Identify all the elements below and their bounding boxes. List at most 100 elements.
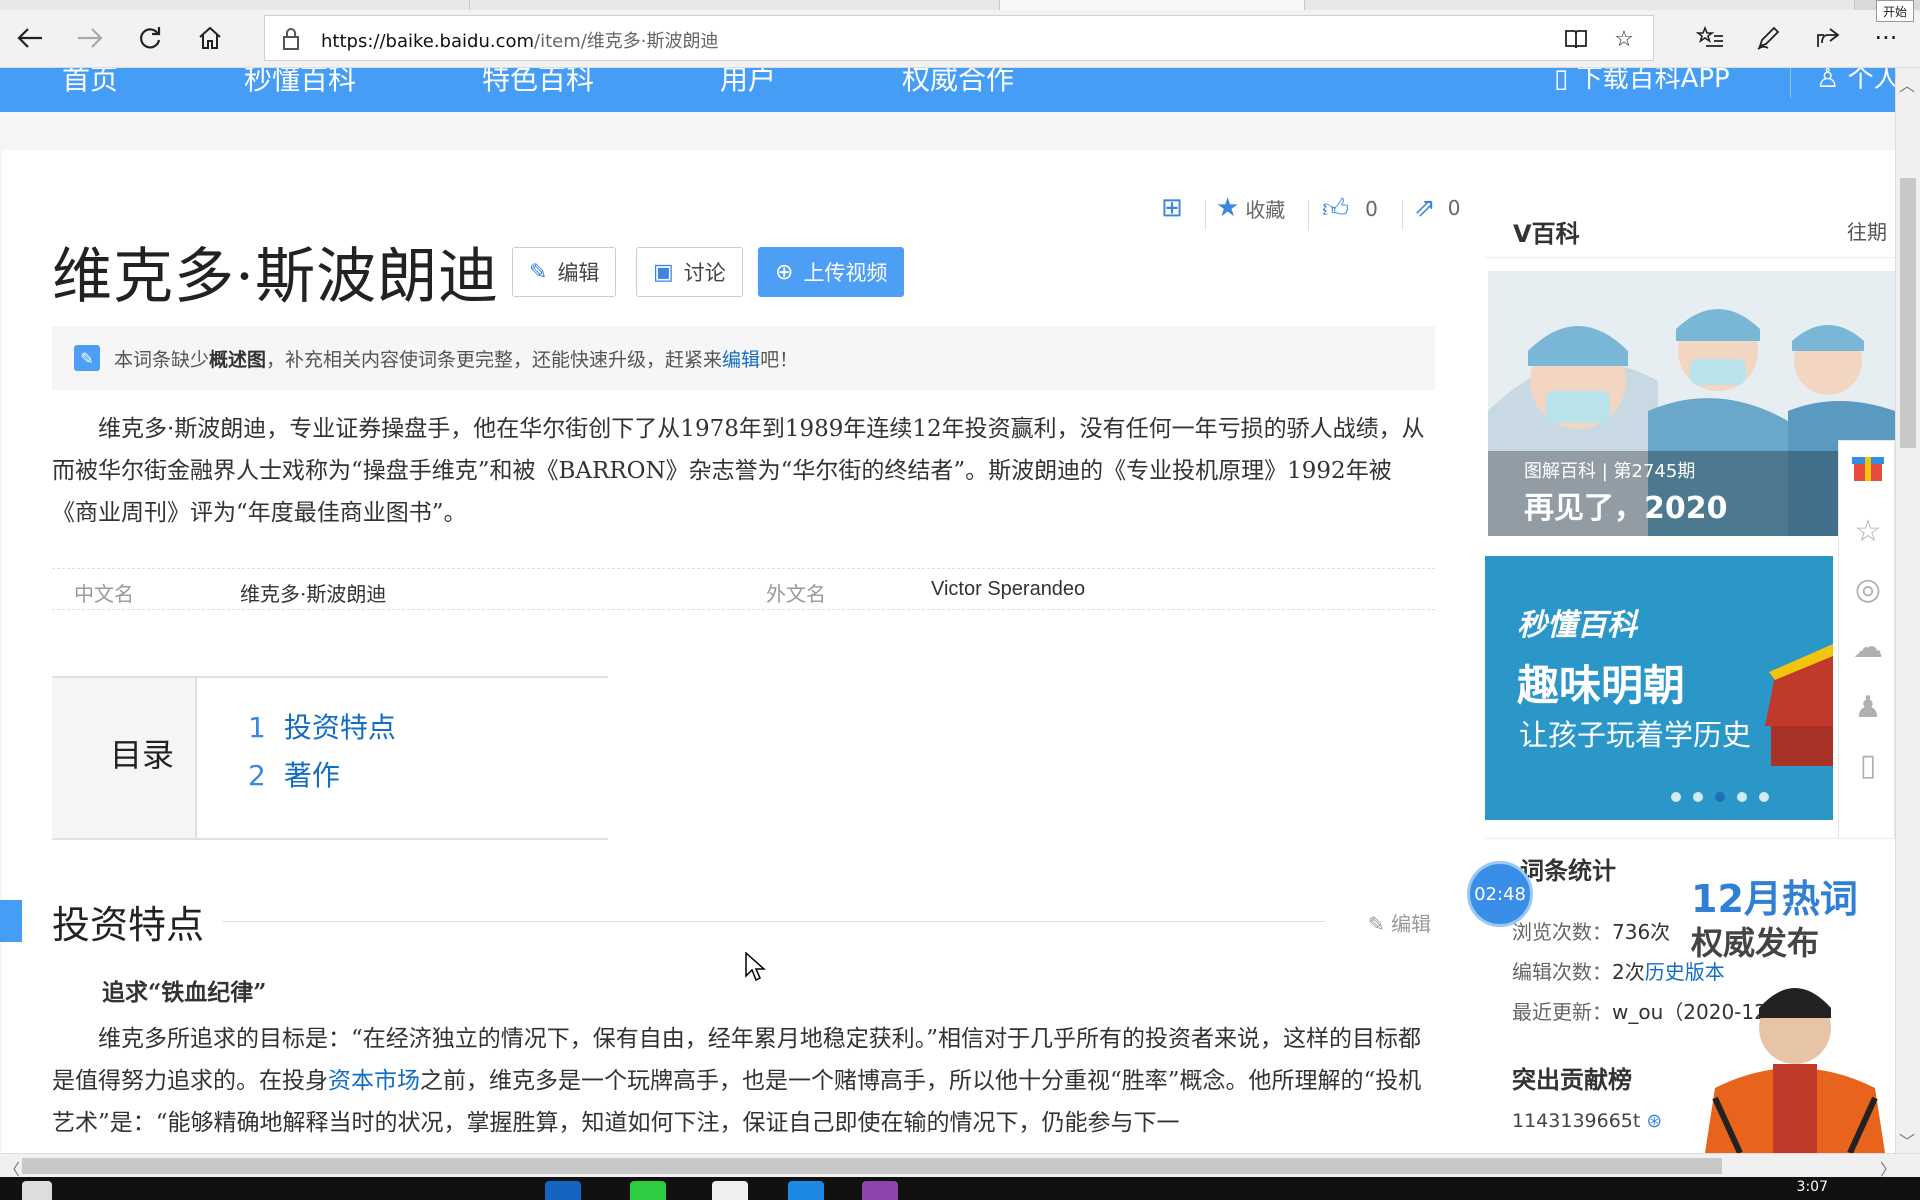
nav-item-home[interactable]: 首页	[62, 68, 118, 98]
horizontal-scrollbar[interactable]: 〈 〉	[0, 1153, 1920, 1179]
star-icon: ★	[1216, 193, 1240, 223]
carousel-dot[interactable]	[1759, 792, 1769, 802]
vertical-scrollbar[interactable]: ︿ ﹀	[1895, 68, 1920, 1153]
basic-info-table: 中文名 维克多·斯波朗迪 外文名 Victor Sperandeo	[52, 568, 1435, 610]
v-baike-header: V百科 往期	[1485, 198, 1895, 258]
pencil-icon: ✎	[1368, 912, 1385, 936]
back-icon[interactable]	[10, 18, 50, 58]
tool-separator	[1205, 200, 1206, 230]
hot-words-line2: 权威发布	[1691, 924, 1820, 962]
toc-entry[interactable]: 2 著作	[248, 754, 340, 794]
lock-icon[interactable]	[279, 26, 303, 52]
browser-tab-active[interactable]	[1000, 0, 1305, 10]
share-button[interactable]: ⇗ 0	[1414, 193, 1461, 223]
app-taskbar-icon[interactable]	[862, 1181, 898, 1200]
phone-icon: ▯	[1554, 68, 1569, 94]
v-baike-feature-image[interactable]: 图解百科 | 第2745期 再见了，2020	[1488, 271, 1895, 536]
pen-icon[interactable]	[1748, 18, 1788, 58]
url-path: /item/维克多·斯波朗迪	[534, 31, 719, 52]
page-viewport: 首页 秒懂百科 特色百科 用户 权威合作 ▯ 下载百科APP ♙ 个人 ⊞ ★ 收…	[0, 68, 1895, 1153]
v-baike-caption-big: 再见了，2020	[1524, 491, 1728, 526]
browser-tab[interactable]	[470, 0, 1000, 10]
app-taskbar-icon[interactable]	[788, 1181, 824, 1200]
favorite-star-icon[interactable]: ☆	[1609, 24, 1639, 54]
tool-separator	[1402, 200, 1403, 230]
toc-entry-text: 投资特点	[283, 711, 396, 744]
reading-timer[interactable]: 02:48	[1467, 861, 1533, 927]
badge-icon: ⊛	[1646, 1110, 1663, 1132]
ad-banner[interactable]: 秒懂百科 趣味明朝 让孩子玩着学历史	[1485, 556, 1833, 820]
nav-item-user[interactable]: 用户	[720, 68, 776, 98]
weibo-icon[interactable]: ◎	[1849, 569, 1887, 609]
upload-video-button[interactable]: ⊕ 上传视频	[758, 247, 905, 297]
download-app-link[interactable]: ▯ 下载百科APP	[1554, 68, 1730, 95]
thumbs-up-icon: 👍︎	[1322, 194, 1350, 224]
carousel-dot[interactable]	[1715, 792, 1725, 802]
ad-headline: 趣味明朝	[1517, 661, 1686, 710]
edit-button[interactable]: ✎ 编辑	[512, 247, 617, 297]
browser-tab[interactable]	[0, 0, 470, 10]
ad-subline: 让孩子玩着学历史	[1519, 718, 1752, 752]
notice-edit-link[interactable]: 编辑	[722, 349, 760, 371]
carousel-dot[interactable]	[1671, 792, 1681, 802]
favorites-list-icon[interactable]	[1690, 18, 1730, 58]
share-count: 0	[1447, 196, 1461, 220]
wechat-taskbar-icon[interactable]	[630, 1181, 666, 1200]
scrollbar-thumb[interactable]	[22, 1158, 1722, 1174]
nav-item-authority[interactable]: 权威合作	[902, 68, 1014, 98]
favorite-label: 收藏	[1245, 197, 1286, 222]
edit-button-label: 编辑	[557, 261, 600, 285]
plus-circle-icon: ⊕	[775, 259, 794, 285]
info-value-chinese-name: 维克多·斯波朗迪	[240, 582, 387, 606]
download-app-label: 下载百科APP	[1576, 68, 1730, 94]
v-baike-past-link[interactable]: 往期	[1847, 216, 1887, 245]
personal-center-link[interactable]: ♙ 个人	[1816, 68, 1895, 95]
table-of-contents: 目录 1 投资特点 2 著作	[52, 676, 608, 840]
reading-view-icon[interactable]	[1561, 24, 1591, 54]
more-icon[interactable]: ···	[1866, 18, 1906, 58]
forward-icon[interactable]	[70, 18, 110, 58]
taskbar-clock[interactable]: 3:07	[1797, 1179, 1828, 1195]
share-icon[interactable]	[1808, 18, 1848, 58]
scroll-up-icon[interactable]: ︿	[1899, 72, 1915, 96]
contributor-user[interactable]: 1143139665t ⊛	[1512, 1110, 1662, 1132]
body-paragraph: 维克多所追求的目标是：“在经济独立的情况下，保有自由，经年累月地稳定获利。”相信…	[52, 1026, 1422, 1136]
v-baike-title: V百科	[1513, 220, 1580, 248]
scroll-down-icon[interactable]: ﹀	[1899, 1128, 1915, 1152]
url-text[interactable]: https://baike.baidu.com/item/维克多·斯波朗迪	[321, 27, 719, 53]
nav-item-miaodong[interactable]: 秒懂百科	[244, 68, 356, 98]
qq-icon[interactable]: ♟	[1849, 687, 1887, 727]
add-to-list-button[interactable]: ⊞	[1161, 193, 1183, 223]
missing-image-notice: ✎ 本词条缺少概述图，补充相关内容使词条更完整，还能快速升级，赶紧来编辑吧！	[52, 326, 1435, 390]
carousel-dot[interactable]	[1693, 792, 1703, 802]
section-marker	[0, 900, 22, 942]
like-button[interactable]: 👍︎ 0	[1322, 193, 1378, 224]
capital-market-link[interactable]: 资本市场	[328, 1068, 420, 1094]
section-title: 投资特点	[52, 903, 205, 947]
start-tooltip: 开始	[1875, 0, 1914, 22]
scrollbar-thumb[interactable]	[1900, 178, 1916, 448]
favorite-star-icon[interactable]: ☆	[1849, 511, 1887, 551]
section-edit-button[interactable]: ✎ 编辑	[1368, 908, 1431, 937]
carousel-dot[interactable]	[1737, 792, 1747, 802]
edge-taskbar-icon[interactable]	[545, 1181, 581, 1200]
nav-item-featured[interactable]: 特色百科	[482, 68, 594, 98]
windows-start-icon[interactable]	[22, 1181, 52, 1200]
wechat-icon[interactable]: ☁	[1849, 627, 1887, 667]
stat-views: 浏览次数：736次	[1512, 920, 1671, 944]
app-taskbar-icon[interactable]	[712, 1181, 748, 1200]
favorite-button[interactable]: ★ 收藏	[1216, 193, 1285, 223]
mobile-icon[interactable]: ▯	[1849, 745, 1887, 785]
refresh-icon[interactable]	[130, 18, 170, 58]
home-icon[interactable]	[190, 18, 230, 58]
discuss-button[interactable]: ▣ 讨论	[636, 247, 743, 297]
toc-entry[interactable]: 1 投资特点	[248, 706, 396, 746]
toc-label: 目录	[110, 736, 175, 774]
mouse-cursor-icon	[745, 952, 766, 982]
hot-words-ad[interactable]: 12月热词 权威发布	[1685, 868, 1895, 1153]
gift-icon[interactable]	[1849, 447, 1887, 487]
contributor-ranking-title: 突出贡献榜	[1512, 1066, 1632, 1094]
tool-separator	[1308, 200, 1309, 230]
browser-tab[interactable]	[1305, 0, 1855, 10]
address-bar[interactable]: https://baike.baidu.com/item/维克多·斯波朗迪 ☆	[264, 15, 1654, 61]
